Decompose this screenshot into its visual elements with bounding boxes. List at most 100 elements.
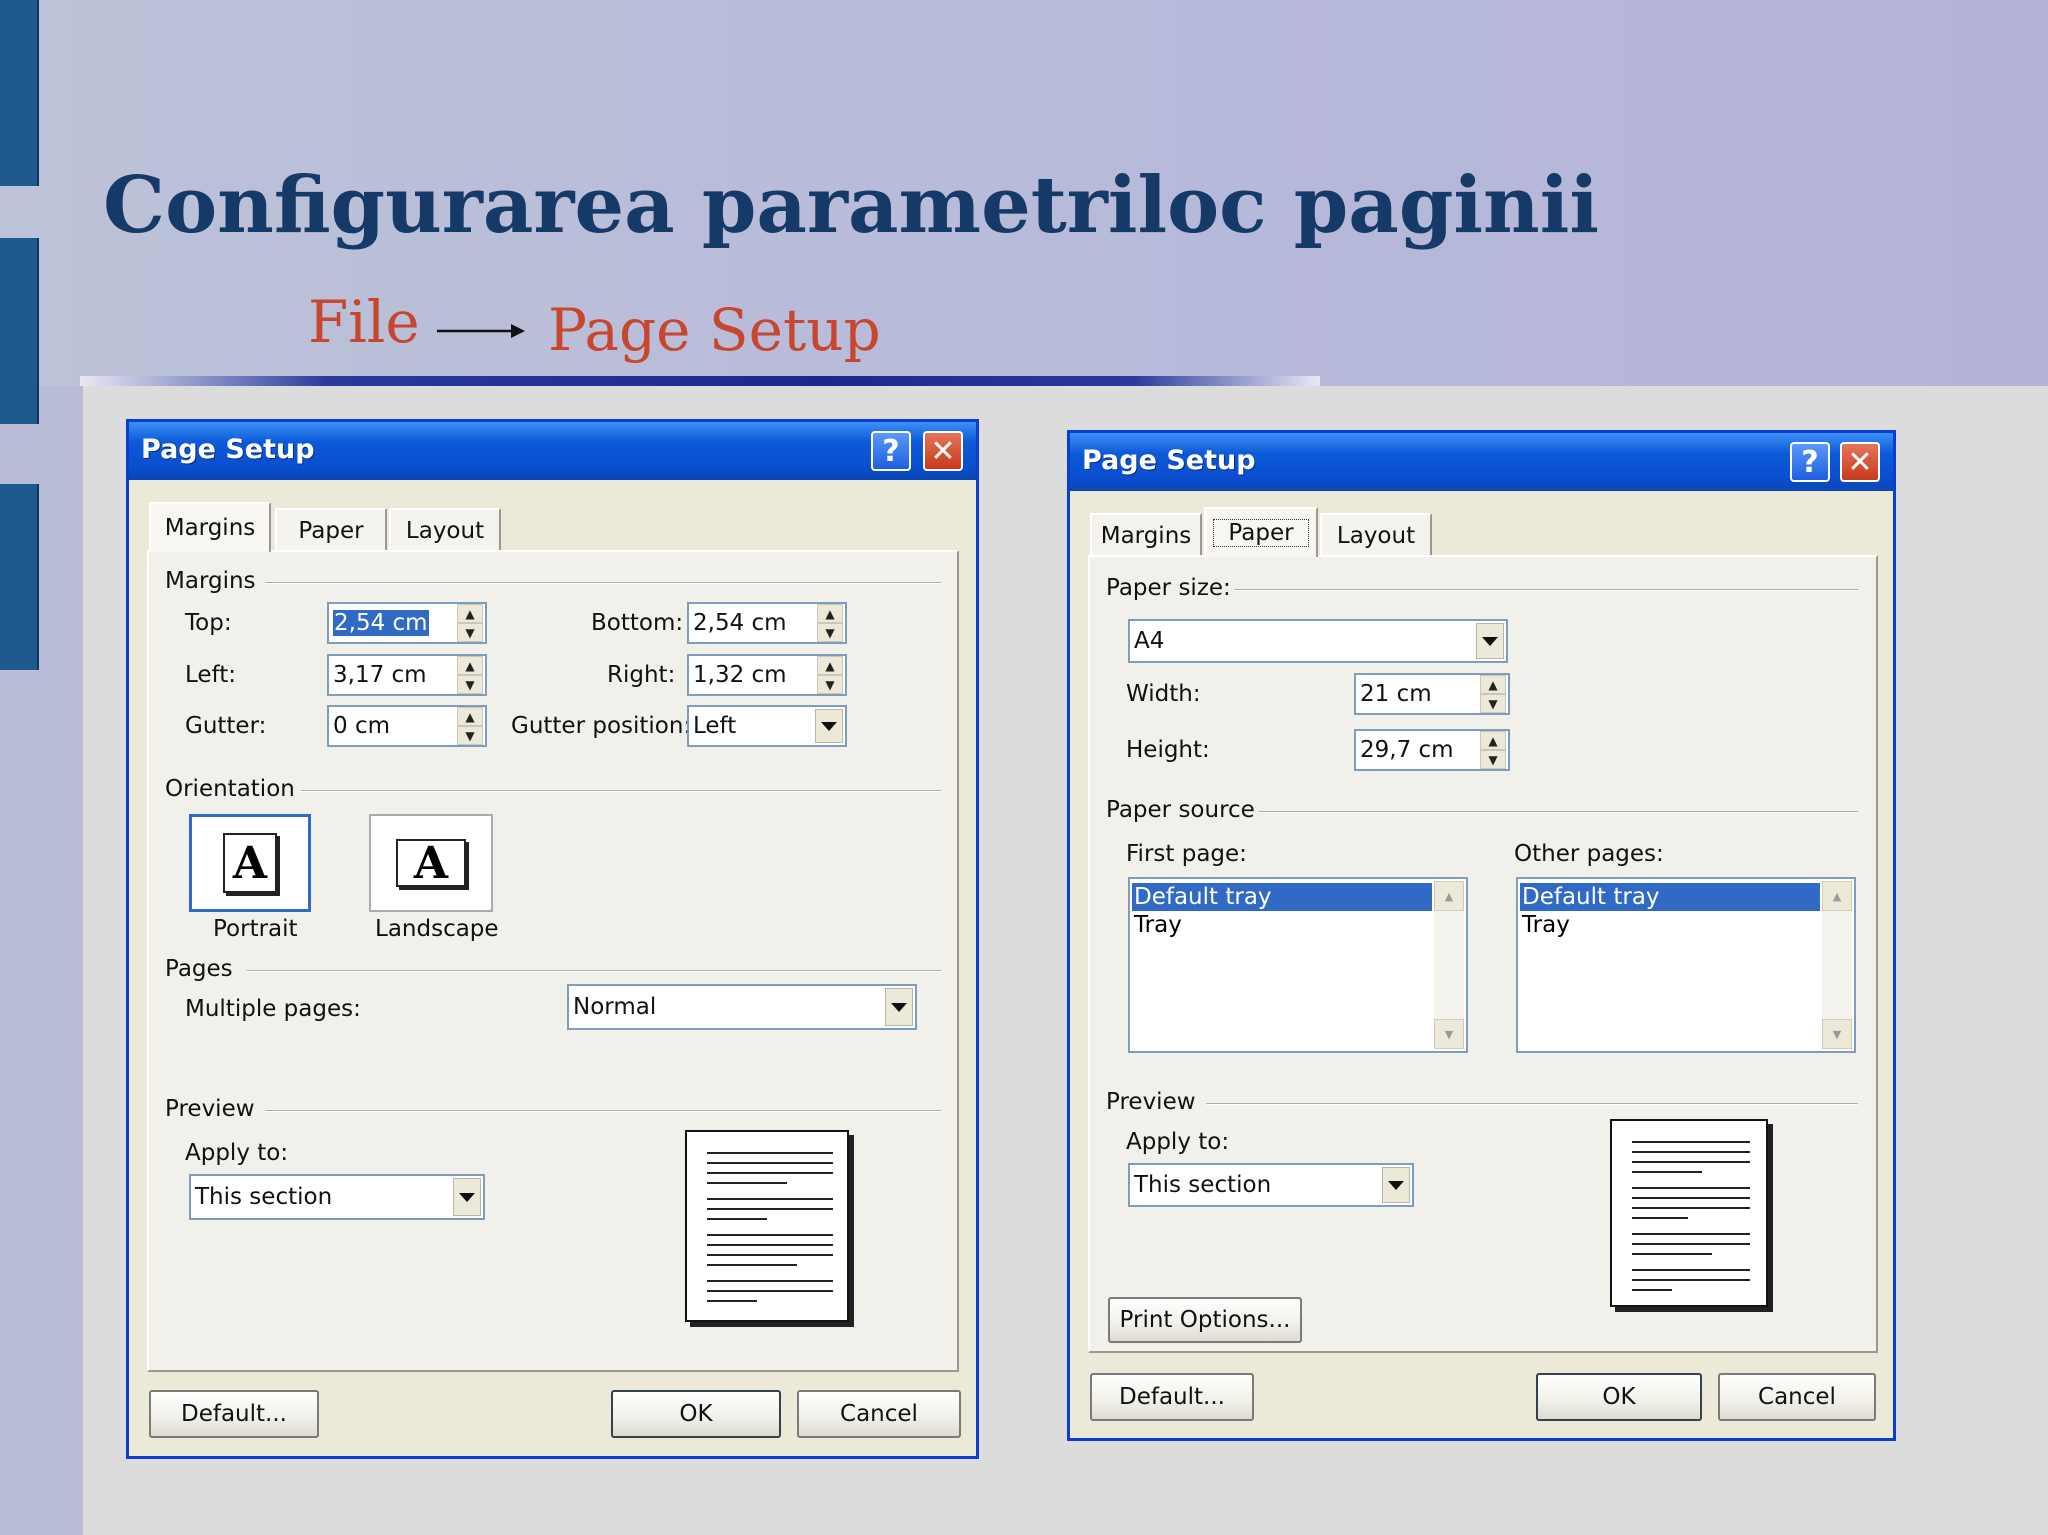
- group-label-preview: Preview: [165, 1096, 255, 1122]
- page-setup-dialog-paper: Page Setup ? ✕ Margins Paper Layout Pape…: [1067, 430, 1896, 1441]
- page-preview: [685, 1130, 849, 1322]
- group-label-orientation: Orientation: [165, 776, 295, 802]
- chevron-down-icon[interactable]: [1382, 1167, 1410, 1203]
- group-label-paper-source: Paper source: [1106, 797, 1255, 823]
- list-item[interactable]: Default tray: [1520, 883, 1820, 911]
- group-label-margins: Margins: [165, 568, 256, 594]
- apply-to-select[interactable]: This section: [1128, 1163, 1414, 1207]
- dialog-title: Page Setup: [1082, 445, 1256, 476]
- scrollbar[interactable]: ▲ ▼: [1822, 881, 1852, 1049]
- scroll-up-icon[interactable]: ▲: [1434, 881, 1464, 911]
- slide-side-bar: [0, 238, 39, 424]
- print-options-button[interactable]: Print Options...: [1108, 1297, 1302, 1343]
- close-icon: ✕: [1847, 444, 1873, 480]
- group-divider: [1234, 589, 1858, 591]
- help-icon: ?: [882, 433, 900, 469]
- list-item[interactable]: Default tray: [1132, 883, 1432, 911]
- top-margin-spinner[interactable]: ▲ ▼: [457, 604, 483, 642]
- spin-up-icon[interactable]: ▲: [457, 604, 483, 623]
- default-button[interactable]: Default...: [1090, 1373, 1254, 1421]
- height-spinner[interactable]: ▲ ▼: [1480, 731, 1506, 769]
- cancel-button[interactable]: Cancel: [797, 1390, 961, 1438]
- spin-up-icon[interactable]: ▲: [1480, 675, 1506, 694]
- close-button[interactable]: ✕: [1840, 442, 1880, 482]
- gutter-position-select[interactable]: Left: [687, 705, 847, 747]
- apply-to-value: This section: [195, 1184, 333, 1210]
- other-pages-label: Other pages:: [1514, 841, 1664, 867]
- tab-paper[interactable]: Paper: [1204, 507, 1318, 557]
- other-pages-list[interactable]: Default tray Tray ▲ ▼: [1516, 877, 1856, 1053]
- spin-down-icon[interactable]: ▼: [817, 675, 843, 694]
- top-margin-label: Top:: [185, 610, 232, 636]
- top-margin-value: 2,54 cm: [333, 610, 429, 636]
- chevron-down-icon[interactable]: [1476, 623, 1504, 659]
- spin-down-icon[interactable]: ▼: [457, 675, 483, 694]
- group-divider: [1206, 1103, 1858, 1105]
- list-item[interactable]: Tray: [1132, 911, 1432, 939]
- spin-down-icon[interactable]: ▼: [1480, 694, 1506, 713]
- tab-layout[interactable]: Layout: [389, 508, 501, 552]
- apply-to-label: Apply to:: [185, 1140, 289, 1166]
- help-button[interactable]: ?: [871, 431, 911, 471]
- tab-margins[interactable]: Margins: [1090, 513, 1202, 557]
- ok-button[interactable]: OK: [611, 1390, 781, 1438]
- dialog-titlebar: Page Setup ? ✕: [129, 422, 976, 480]
- paper-size-select[interactable]: A4: [1128, 619, 1508, 663]
- first-page-label: First page:: [1126, 841, 1247, 867]
- arrow-right-icon: [437, 324, 525, 338]
- scrollbar[interactable]: ▲ ▼: [1434, 881, 1464, 1049]
- portrait-page-icon: A: [223, 833, 277, 893]
- first-page-list[interactable]: Default tray Tray ▲ ▼: [1128, 877, 1468, 1053]
- right-margin-label: Right:: [607, 662, 676, 688]
- spin-up-icon[interactable]: ▲: [457, 656, 483, 675]
- spin-up-icon[interactable]: ▲: [817, 656, 843, 675]
- spin-down-icon[interactable]: ▼: [817, 623, 843, 642]
- spin-down-icon[interactable]: ▼: [457, 623, 483, 642]
- spin-down-icon[interactable]: ▼: [1480, 750, 1506, 769]
- gutter-spinner[interactable]: ▲ ▼: [457, 707, 483, 745]
- help-button[interactable]: ?: [1790, 442, 1830, 482]
- title-underline: [80, 376, 1320, 386]
- portrait-option[interactable]: A: [189, 814, 311, 912]
- group-label-paper-size: Paper size:: [1106, 575, 1231, 601]
- spin-down-icon[interactable]: ▼: [457, 726, 483, 745]
- list-item[interactable]: Tray: [1520, 911, 1820, 939]
- bottom-margin-spinner[interactable]: ▲ ▼: [817, 604, 843, 642]
- multiple-pages-label: Multiple pages:: [185, 996, 361, 1022]
- tab-paper[interactable]: Paper: [275, 508, 387, 552]
- width-spinner[interactable]: ▲ ▼: [1480, 675, 1506, 713]
- slide-side-bar: [0, 0, 39, 186]
- page-setup-dialog-margins: Page Setup ? ✕ Margins Paper Layout Marg…: [126, 419, 979, 1459]
- cancel-button[interactable]: Cancel: [1718, 1373, 1876, 1421]
- gutter-position-label: Gutter position:: [511, 713, 692, 739]
- apply-to-value: This section: [1134, 1172, 1272, 1198]
- default-button[interactable]: Default...: [149, 1390, 319, 1438]
- multiple-pages-select[interactable]: Normal: [567, 984, 917, 1030]
- apply-to-label: Apply to:: [1126, 1129, 1230, 1155]
- close-button[interactable]: ✕: [923, 431, 963, 471]
- group-divider: [265, 1110, 941, 1112]
- spin-up-icon[interactable]: ▲: [1480, 731, 1506, 750]
- scroll-down-icon[interactable]: ▼: [1822, 1019, 1852, 1049]
- right-margin-spinner[interactable]: ▲ ▼: [817, 656, 843, 694]
- chevron-down-icon[interactable]: [815, 709, 843, 743]
- scroll-up-icon[interactable]: ▲: [1822, 881, 1852, 911]
- ok-button[interactable]: OK: [1536, 1373, 1702, 1421]
- group-divider: [247, 970, 941, 972]
- tab-layout[interactable]: Layout: [1320, 513, 1432, 557]
- menu-path-file: File: [308, 288, 420, 356]
- landscape-option[interactable]: A: [369, 814, 493, 912]
- apply-to-select[interactable]: This section: [189, 1174, 485, 1220]
- spin-up-icon[interactable]: ▲: [457, 707, 483, 726]
- chevron-down-icon[interactable]: [453, 1178, 481, 1216]
- group-label-pages: Pages: [165, 956, 233, 982]
- spin-up-icon[interactable]: ▲: [817, 604, 843, 623]
- help-icon: ?: [1801, 444, 1819, 480]
- left-margin-spinner[interactable]: ▲ ▼: [457, 656, 483, 694]
- scroll-down-icon[interactable]: ▼: [1434, 1019, 1464, 1049]
- close-icon: ✕: [930, 433, 956, 469]
- multiple-pages-value: Normal: [573, 994, 657, 1020]
- tab-margins[interactable]: Margins: [149, 502, 271, 552]
- chevron-down-icon[interactable]: [885, 988, 913, 1026]
- slide-title: Configurarea parametriloc paginii: [103, 160, 1599, 251]
